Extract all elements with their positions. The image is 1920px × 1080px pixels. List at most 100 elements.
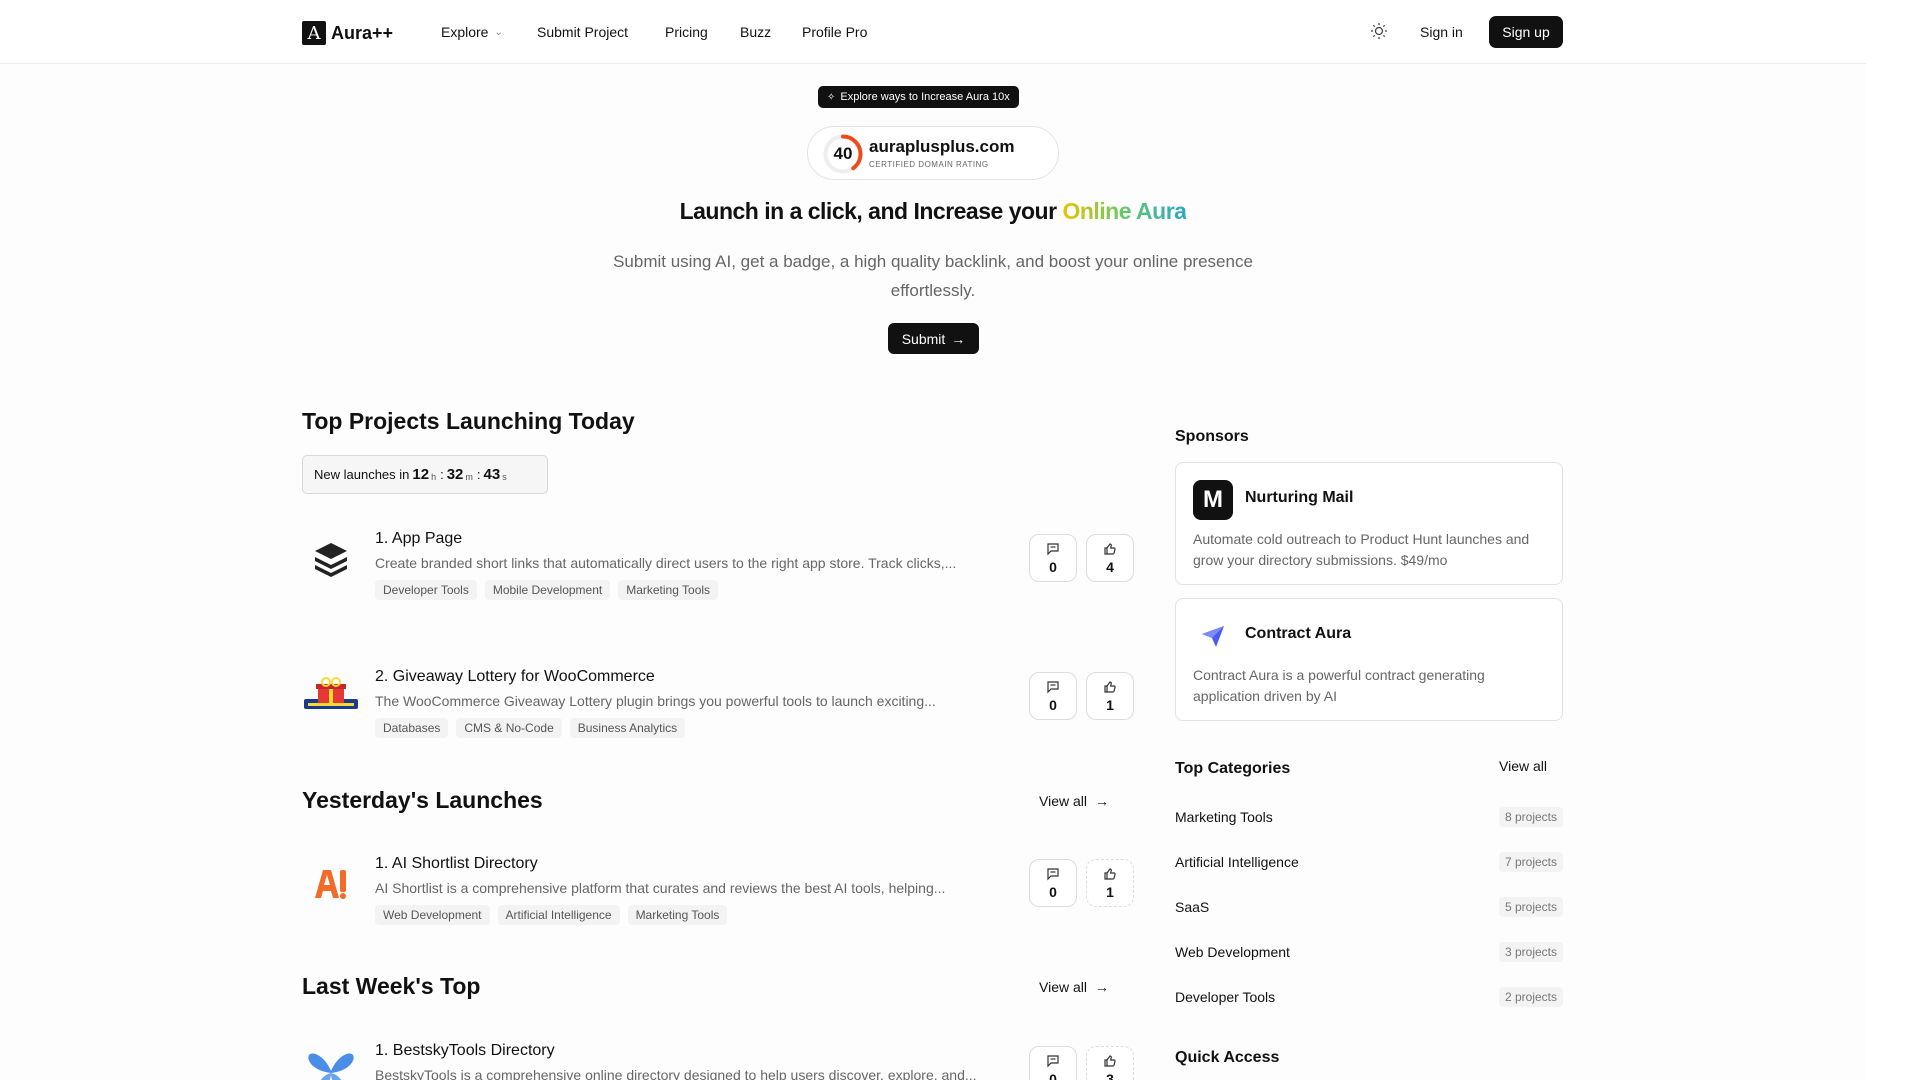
nav-submit-project[interactable]: Submit Project [537, 24, 628, 40]
nav-explore[interactable]: Explore ⌄ [441, 24, 503, 40]
nav-buzz[interactable]: Buzz [740, 24, 771, 40]
upvote-count: 3 [1106, 1070, 1114, 1080]
paper-plane-icon [1202, 626, 1224, 647]
project-tags: Web Development Artificial Intelligence … [375, 905, 728, 925]
upvote-count: 1 [1106, 696, 1114, 713]
hero-title-start: Launch in a click, and Increase your [679, 198, 1063, 224]
upvote-count: 1 [1106, 883, 1114, 900]
explore-aura-pill[interactable]: ✧ Explore ways to Increase Aura 10x [818, 86, 1019, 108]
comment-icon [1047, 1054, 1059, 1067]
category-count: 8 projects [1498, 807, 1563, 827]
category-item[interactable]: SaaS 5 projects [1175, 894, 1563, 920]
thumbs-up-icon [1104, 680, 1116, 693]
comment-count-button[interactable]: 0 [1029, 534, 1077, 582]
countdown-minutes-unit: m [465, 471, 473, 482]
giveaway-lottery-logo [302, 668, 360, 726]
nav-pricing[interactable]: Pricing [665, 24, 708, 40]
tag[interactable]: Artificial Intelligence [497, 905, 620, 925]
right-margin [1866, 0, 1920, 1080]
logo[interactable]: A Aura++ [302, 21, 393, 45]
project-card[interactable]: 2. Giveaway Lottery for WooCommerce The … [302, 668, 1134, 758]
project-card[interactable]: 1. BestskyTools Directory BestskyTools i… [302, 1042, 1134, 1080]
launch-countdown: New launches in 12 h : 32 m : 43 s [302, 455, 548, 494]
category-item[interactable]: Developer Tools 2 projects [1175, 984, 1563, 1010]
project-title[interactable]: 2. Giveaway Lottery for WooCommerce [375, 668, 655, 686]
theme-toggle-button[interactable] [1368, 20, 1390, 42]
page: A Aura++ Explore ⌄ Submit Project Pricin… [0, 0, 1920, 1080]
sponsor-name: Nurturing Mail [1245, 489, 1354, 506]
tag[interactable]: Mobile Development [484, 580, 611, 600]
upvote-button[interactable]: 3 [1086, 1046, 1134, 1080]
ai-shortlist-logo [302, 855, 360, 913]
tag[interactable]: Databases [375, 718, 449, 738]
domain-rating-label: CERTIFIED DOMAIN RATING [869, 160, 989, 169]
thumbs-up-icon [1104, 867, 1116, 880]
thumbs-up-icon [1104, 542, 1116, 555]
tag[interactable]: Marketing Tools [627, 905, 728, 925]
countdown-separator: : [476, 467, 481, 482]
quick-access-title: Quick Access [1175, 1049, 1280, 1066]
category-count: 2 projects [1498, 987, 1563, 1007]
upvote-button[interactable]: 1 [1086, 672, 1134, 720]
tag[interactable]: CMS & No-Code [456, 718, 562, 738]
sign-in-link[interactable]: Sign in [1420, 24, 1463, 40]
comment-count-button[interactable]: 0 [1029, 1046, 1077, 1080]
tag[interactable]: Developer Tools [375, 580, 477, 600]
tag[interactable]: Marketing Tools [618, 580, 719, 600]
submit-button[interactable]: Submit → [888, 323, 979, 354]
sponsor-card[interactable]: Contract Aura Contract Aura is a powerfu… [1175, 598, 1563, 721]
comment-icon [1047, 542, 1059, 555]
category-name: Developer Tools [1175, 989, 1276, 1005]
last-week-view-all-link[interactable]: View all → [1039, 979, 1109, 995]
comment-count: 0 [1049, 558, 1057, 575]
tag[interactable]: Web Development [375, 905, 490, 925]
domain-rating-card[interactable]: 40 auraplusplus.com CERTIFIED DOMAIN RAT… [807, 126, 1059, 180]
comment-count: 0 [1049, 883, 1057, 900]
category-item[interactable]: Web Development 3 projects [1175, 939, 1563, 965]
hero-title: Launch in a click, and Increase your Onl… [0, 198, 1866, 225]
countdown-separator: : [440, 467, 444, 482]
project-tags: Databases CMS & No-Code Business Analyti… [375, 718, 686, 738]
comment-count-button[interactable]: 0 [1029, 672, 1077, 720]
project-description: The WooCommerce Giveaway Lottery plugin … [375, 693, 936, 709]
category-name: Marketing Tools [1175, 809, 1273, 825]
chevron-down-icon: ⌄ [494, 26, 503, 38]
countdown-seconds-unit: s [502, 471, 507, 482]
arrow-right-icon: → [1095, 979, 1109, 995]
last-week-section-title: Last Week's Top [302, 973, 481, 999]
sun-icon [1371, 23, 1387, 39]
bestskytools-logo [302, 1042, 360, 1080]
arrow-right-icon: → [951, 330, 966, 347]
comment-count-button[interactable]: 0 [1029, 859, 1077, 907]
upvote-button[interactable]: 1 [1086, 859, 1134, 907]
sponsor-card[interactable]: M Nurturing Mail Automate cold outreach … [1175, 462, 1563, 585]
comment-icon [1047, 680, 1059, 693]
project-title[interactable]: 1. BestskyTools Directory [375, 1042, 555, 1060]
comment-count: 0 [1049, 696, 1057, 713]
project-title[interactable]: 1. AI Shortlist Directory [375, 855, 538, 873]
countdown-minutes: 32 [446, 466, 464, 483]
sparkle-icon: ✧ [827, 91, 836, 103]
tag[interactable]: Business Analytics [569, 718, 686, 738]
sponsor-description: Automate cold outreach to Product Hunt l… [1193, 531, 1530, 568]
nav-profile-pro[interactable]: Profile Pro [802, 24, 867, 40]
project-title[interactable]: 1. App Page [375, 530, 462, 548]
project-card[interactable]: 1. AI Shortlist Directory AI Shortlist i… [302, 855, 1134, 945]
project-card[interactable]: 1. App Page Create branded short links t… [302, 530, 1134, 620]
categories-view-all-link[interactable]: View all [1499, 758, 1547, 774]
thumbs-up-icon [1104, 1054, 1116, 1067]
countdown-seconds: 43 [483, 466, 501, 483]
view-all-label: View all [1039, 979, 1087, 995]
upvote-button[interactable]: 4 [1086, 534, 1134, 582]
yesterday-view-all-link[interactable]: View all → [1039, 793, 1109, 809]
sponsor-description: Contract Aura is a powerful contract gen… [1193, 667, 1485, 704]
upvote-count: 4 [1106, 558, 1114, 575]
sponsor-name: Contract Aura [1245, 625, 1352, 642]
comment-icon [1047, 867, 1059, 880]
logo-mark: A [302, 21, 326, 45]
sign-up-button[interactable]: Sign up [1489, 16, 1563, 48]
category-item[interactable]: Marketing Tools 8 projects [1175, 804, 1563, 830]
category-count: 5 projects [1498, 897, 1563, 917]
view-all-label: View all [1039, 793, 1087, 809]
category-item[interactable]: Artificial Intelligence 7 projects [1175, 849, 1563, 875]
